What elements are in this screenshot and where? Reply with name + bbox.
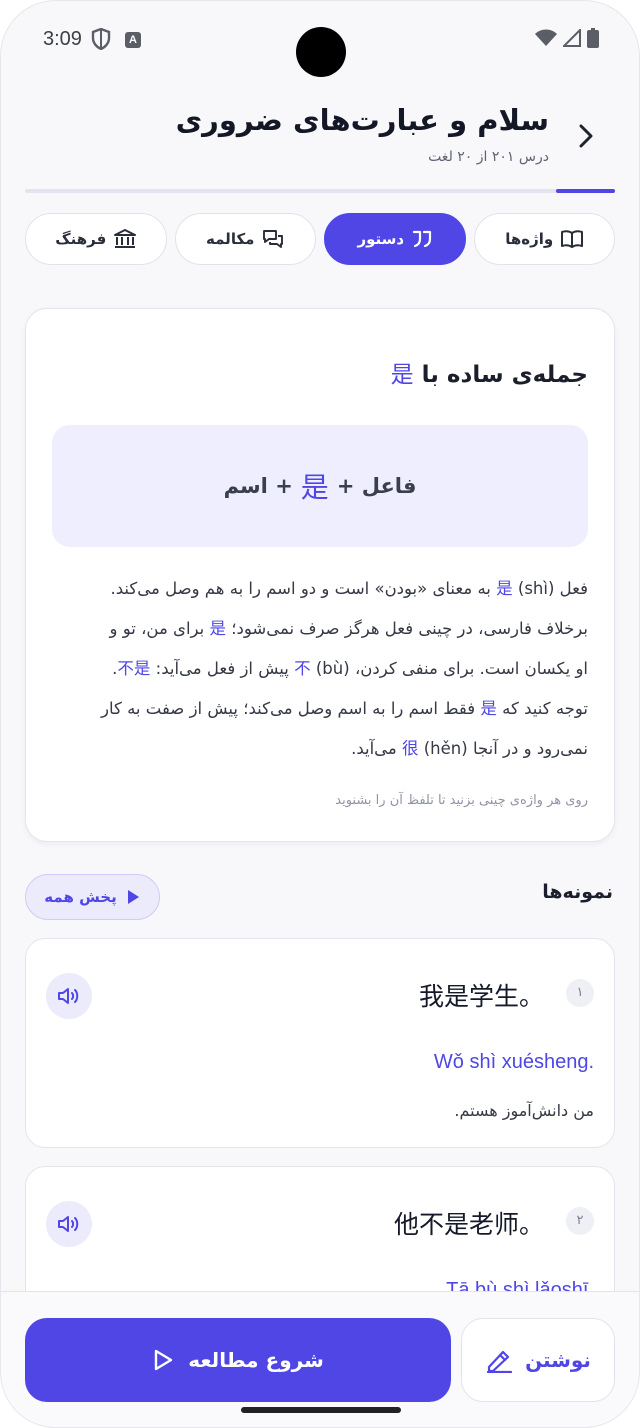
writing-label: نوشتن (525, 1348, 591, 1372)
formula-noun: + اسم (223, 474, 293, 498)
grammar-explanation: فعل 是 (shì) به معنای «بودن» است و دو اسم… (48, 569, 588, 769)
text: برای من، تو و (109, 619, 205, 638)
back-button[interactable] (571, 121, 601, 151)
bottom-action-bar: شروع مطالعه نوشتن (1, 1291, 639, 1427)
example-translation: من دانش‌آموز هستم. (454, 1101, 594, 1120)
status-icons (535, 28, 599, 48)
example-number: ۲ (566, 1207, 594, 1235)
text: (bù) پیش از فعل می‌آید: (155, 659, 350, 678)
play-icon (127, 890, 139, 904)
chinese-word[interactable]: 是 (210, 619, 227, 638)
example-card: ۱ 我是学生。 Wǒ shì xuésheng. من دانش‌آموز هس… (25, 938, 615, 1148)
example-number: ۱ (566, 979, 594, 1007)
text: (shì) به معنای «بودن» است و دو اسم را به… (110, 579, 555, 598)
explanation-line: توجه کنید که 是 فقط اسم را به اسم وصل می‌… (48, 689, 588, 729)
quote-icon (412, 230, 432, 248)
signal-icon (563, 29, 581, 47)
status-bar: 3:09 A (1, 1, 639, 81)
home-indicator[interactable] (241, 1407, 401, 1413)
lesson-header: سلام و عبارت‌های ضروری درس ۲۰۱ از ۲۰ لغت (1, 91, 639, 193)
speaker-button[interactable] (46, 973, 92, 1019)
chinese-word[interactable]: 不是 (117, 659, 150, 678)
text: توجه کنید که (502, 699, 588, 718)
text: برخلاف فارسی، در چینی فعل هرگز صرف نمی‌ش… (231, 619, 588, 638)
pencil-icon (486, 1350, 513, 1373)
chinese-word[interactable]: 很 (402, 739, 419, 758)
start-study-label: شروع مطالعه (188, 1348, 324, 1372)
museum-icon (114, 229, 137, 248)
grammar-formula: فاعل + 是 + اسم (52, 425, 588, 547)
explanation-line: نمی‌رود و در آنجا 很 (hěn) می‌آید. (48, 729, 588, 769)
lesson-tabs: واژه‌ها دستور مکالمه فرهنگ (25, 213, 615, 265)
tab-conversation[interactable]: مکالمه (174, 213, 316, 265)
tab-label: واژه‌ها (505, 230, 554, 248)
grammar-card: جمله‌ی ساده با 是 فاعل + 是 + اسم فعل 是 (s… (25, 308, 615, 842)
speaker-icon (58, 988, 79, 1004)
tab-culture[interactable]: فرهنگ (25, 213, 167, 265)
wifi-icon (535, 29, 557, 46)
tab-vocabulary[interactable]: واژه‌ها (473, 213, 615, 265)
tab-label: فرهنگ (55, 230, 107, 248)
phone-screen: 3:09 A سلام و عبارت‌های ضروری درس ۲۰۱ از… (0, 0, 640, 1428)
example-chinese[interactable]: 我是学生。 (419, 977, 544, 1013)
chinese-word[interactable]: 是 (480, 699, 497, 718)
play-all-label: پخش همه (44, 888, 117, 906)
tab-grammar[interactable]: دستور (324, 213, 466, 265)
grammar-title: جمله‌ی ساده با 是 (391, 355, 588, 389)
start-study-button[interactable]: شروع مطالعه (25, 1318, 451, 1402)
lesson-progress-bar (25, 189, 615, 193)
page-title: سلام و عبارت‌های ضروری (175, 103, 549, 137)
play-all-button[interactable]: پخش همه (25, 874, 160, 920)
explanation-line: او یکسان است. برای منفی کردن، 不 (bù) پیش… (48, 649, 588, 689)
chinese-word[interactable]: 不 (294, 659, 311, 678)
chinese-word[interactable]: 是 (496, 579, 513, 598)
keyboard-a-icon: A (125, 32, 141, 48)
speaker-button[interactable] (46, 1201, 92, 1247)
text: فعل (559, 579, 588, 598)
explanation-line: فعل 是 (shì) به معنای «بودن» است و دو اسم… (48, 569, 589, 609)
text: نمی‌رود و در آنجا (472, 739, 588, 758)
speaker-icon (58, 1216, 79, 1232)
chinese-word[interactable]: 是 (301, 466, 329, 506)
formula-subject: فاعل + (336, 474, 417, 498)
chat-icon (263, 230, 284, 248)
text: او یکسان است. برای منفی کردن، (354, 659, 588, 678)
example-pinyin: Wǒ shì xuésheng. (433, 1051, 594, 1073)
example-chinese[interactable]: 他不是老师。 (394, 1205, 544, 1241)
battery-icon (587, 28, 599, 48)
text: فقط اسم را به اسم وصل می‌کند؛ پیش از صفت… (100, 699, 476, 718)
tab-label: مکالمه (206, 230, 255, 248)
chinese-word[interactable]: 是 (391, 362, 414, 388)
book-icon (561, 230, 584, 248)
progress-fill (556, 189, 615, 193)
lesson-subtitle: درس ۲۰۱ از ۲۰ لغت (428, 149, 549, 165)
explanation-line: برخلاف فارسی، در چینی فعل هرگز صرف نمی‌ش… (48, 609, 588, 649)
chevron-right-icon (579, 124, 593, 148)
camera-cutout (296, 27, 346, 77)
shield-icon (91, 27, 111, 54)
writing-button[interactable]: نوشتن (461, 1318, 615, 1402)
pronunciation-hint: روی هر واژه‌ی چینی بزنید تا تلفظ آن را ب… (335, 793, 588, 808)
play-outline-icon (155, 1349, 173, 1371)
examples-title: نمونه‌ها (542, 881, 613, 903)
status-time: 3:09 (43, 28, 82, 50)
grammar-title-text: جمله‌ی ساده با (421, 362, 588, 388)
tab-label: دستور (357, 230, 405, 248)
